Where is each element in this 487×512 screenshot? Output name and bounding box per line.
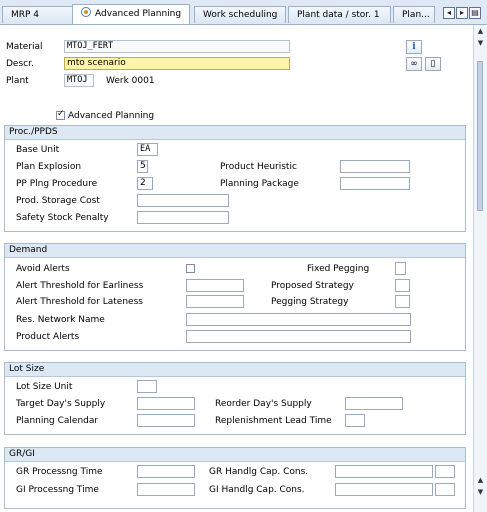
plant-field[interactable]: MTOJ xyxy=(64,74,94,87)
pp-plng-procedure-label: PP Plng Procedure xyxy=(16,179,98,189)
replenishment-lead-time-field[interactable] xyxy=(345,414,365,427)
vertical-scrollbar[interactable]: ▲ ▼ ▲ ▼ xyxy=(473,25,487,512)
reorder-days-supply-field[interactable] xyxy=(345,397,403,410)
earliness-threshold-field[interactable] xyxy=(186,279,244,292)
tab-bar: MRP 4 Advanced Planning Work scheduling … xyxy=(0,0,487,26)
reorder-days-supply-label: Reorder Day's Supply xyxy=(215,399,312,409)
tab-plan[interactable]: Plan... xyxy=(393,6,435,23)
section-title: Proc./PPDS xyxy=(5,126,465,140)
gr-processing-time-field[interactable] xyxy=(137,465,195,478)
gi-handlg-cap-cons-field[interactable] xyxy=(335,483,433,496)
base-unit-field[interactable]: EA xyxy=(137,143,158,156)
lateness-threshold-label: Alert Threshold for Lateness xyxy=(16,297,143,307)
gi-handlg-unit-field[interactable] xyxy=(435,483,455,496)
scroll-down-small-icon[interactable]: ▼ xyxy=(476,39,485,47)
section-title: Lot Size xyxy=(5,363,465,377)
description-field[interactable]: mto scenario xyxy=(64,57,290,70)
prod-storage-cost-label: Prod. Storage Cost xyxy=(16,196,100,206)
safety-stock-penalty-label: Safety Stock Penalty xyxy=(16,213,109,223)
section-title: Demand xyxy=(5,244,465,258)
product-alerts-field[interactable] xyxy=(186,330,411,343)
lot-size-unit-field[interactable] xyxy=(137,380,157,393)
gi-processing-time-label: GI Processng Time xyxy=(16,485,99,495)
gr-processing-time-label: GR Processng Time xyxy=(16,467,103,477)
planning-package-field[interactable] xyxy=(340,177,410,190)
tab-label: Plan... xyxy=(402,10,430,20)
plant-name: Werk 0001 xyxy=(106,76,155,86)
fixed-pegging-label: Fixed Pegging xyxy=(307,264,370,274)
tab-scroll-right-icon[interactable]: ▸ xyxy=(456,7,468,19)
pegging-strategy-label: Pegging Strategy xyxy=(271,297,349,307)
safety-stock-penalty-field[interactable] xyxy=(137,211,229,224)
tab-label: Advanced Planning xyxy=(95,9,182,19)
gr-gi-section: GR/GI xyxy=(4,447,466,509)
res-network-name-label: Res. Network Name xyxy=(16,315,105,325)
prod-storage-cost-field[interactable] xyxy=(137,194,229,207)
scroll-up-bottom-icon[interactable]: ▲ xyxy=(476,476,485,484)
pp-plng-procedure-field[interactable]: 2 xyxy=(137,177,153,190)
advanced-planning-checkbox[interactable] xyxy=(56,109,65,120)
material-label: Material xyxy=(6,42,43,52)
scroll-down-icon[interactable]: ▼ xyxy=(476,488,485,496)
product-alerts-label: Product Alerts xyxy=(16,332,80,342)
product-heuristic-label: Product Heuristic xyxy=(220,162,297,172)
info-icon[interactable]: i xyxy=(406,40,422,54)
tab-advanced-planning[interactable]: Advanced Planning xyxy=(72,4,190,24)
tab-scroll-left-icon[interactable]: ◂ xyxy=(443,7,455,19)
section-title: GR/GI xyxy=(5,448,465,462)
tab-mrp4[interactable]: MRP 4 xyxy=(2,6,74,23)
tab-label: MRP 4 xyxy=(11,10,40,20)
base-unit-label: Base Unit xyxy=(16,145,60,155)
planning-package-label: Planning Package xyxy=(220,179,299,189)
replenishment-lead-time-label: Replenishment Lead Time xyxy=(215,416,332,426)
earliness-threshold-label: Alert Threshold for Earliness xyxy=(16,281,144,291)
material-field[interactable]: MTOJ_FERT xyxy=(64,40,290,53)
tab-work-scheduling[interactable]: Work scheduling xyxy=(194,6,286,23)
proposed-strategy-field[interactable] xyxy=(395,279,410,292)
avoid-alerts-checkbox[interactable] xyxy=(186,264,195,273)
planning-calendar-label: Planning Calendar xyxy=(16,416,99,426)
gr-handlg-cap-cons-label: GR Handlg Cap. Cons. xyxy=(209,467,309,477)
product-heuristic-field[interactable] xyxy=(340,160,410,173)
planning-calendar-field[interactable] xyxy=(137,414,195,427)
scroll-up-icon[interactable]: ▲ xyxy=(476,27,485,35)
tab-label: Work scheduling xyxy=(203,10,278,20)
tab-list-icon[interactable]: ▤ xyxy=(469,7,481,19)
plan-explosion-field[interactable]: 5 xyxy=(137,160,148,173)
scroll-thumb[interactable] xyxy=(477,61,483,211)
gi-processing-time-field[interactable] xyxy=(137,483,195,496)
tab-plant-data-stor[interactable]: Plant data / stor. 1 xyxy=(288,6,391,23)
proposed-strategy-label: Proposed Strategy xyxy=(271,281,354,291)
plan-explosion-label: Plan Explosion xyxy=(16,162,82,172)
gr-handlg-cap-cons-field[interactable] xyxy=(335,465,433,478)
gr-handlg-unit-field[interactable] xyxy=(435,465,455,478)
avoid-alerts-label: Avoid Alerts xyxy=(16,264,70,274)
lateness-threshold-field[interactable] xyxy=(186,295,244,308)
pegging-strategy-field[interactable] xyxy=(395,295,410,308)
document-icon[interactable]: ▯ xyxy=(425,57,441,71)
tab-status-icon xyxy=(81,7,91,17)
descr-label: Descr. xyxy=(6,59,34,69)
gi-handlg-cap-cons-label: GI Handlg Cap. Cons. xyxy=(209,485,305,495)
lot-size-unit-label: Lot Size Unit xyxy=(16,382,73,392)
target-days-supply-label: Target Day's Supply xyxy=(16,399,106,409)
advanced-planning-label: Advanced Planning xyxy=(68,111,155,121)
target-days-supply-field[interactable] xyxy=(137,397,195,410)
res-network-name-field[interactable] xyxy=(186,313,411,326)
plant-label: Plant xyxy=(6,76,29,86)
fixed-pegging-field[interactable] xyxy=(395,262,406,275)
tab-label: Plant data / stor. 1 xyxy=(297,10,380,20)
display-icon[interactable]: ∞ xyxy=(406,57,422,71)
